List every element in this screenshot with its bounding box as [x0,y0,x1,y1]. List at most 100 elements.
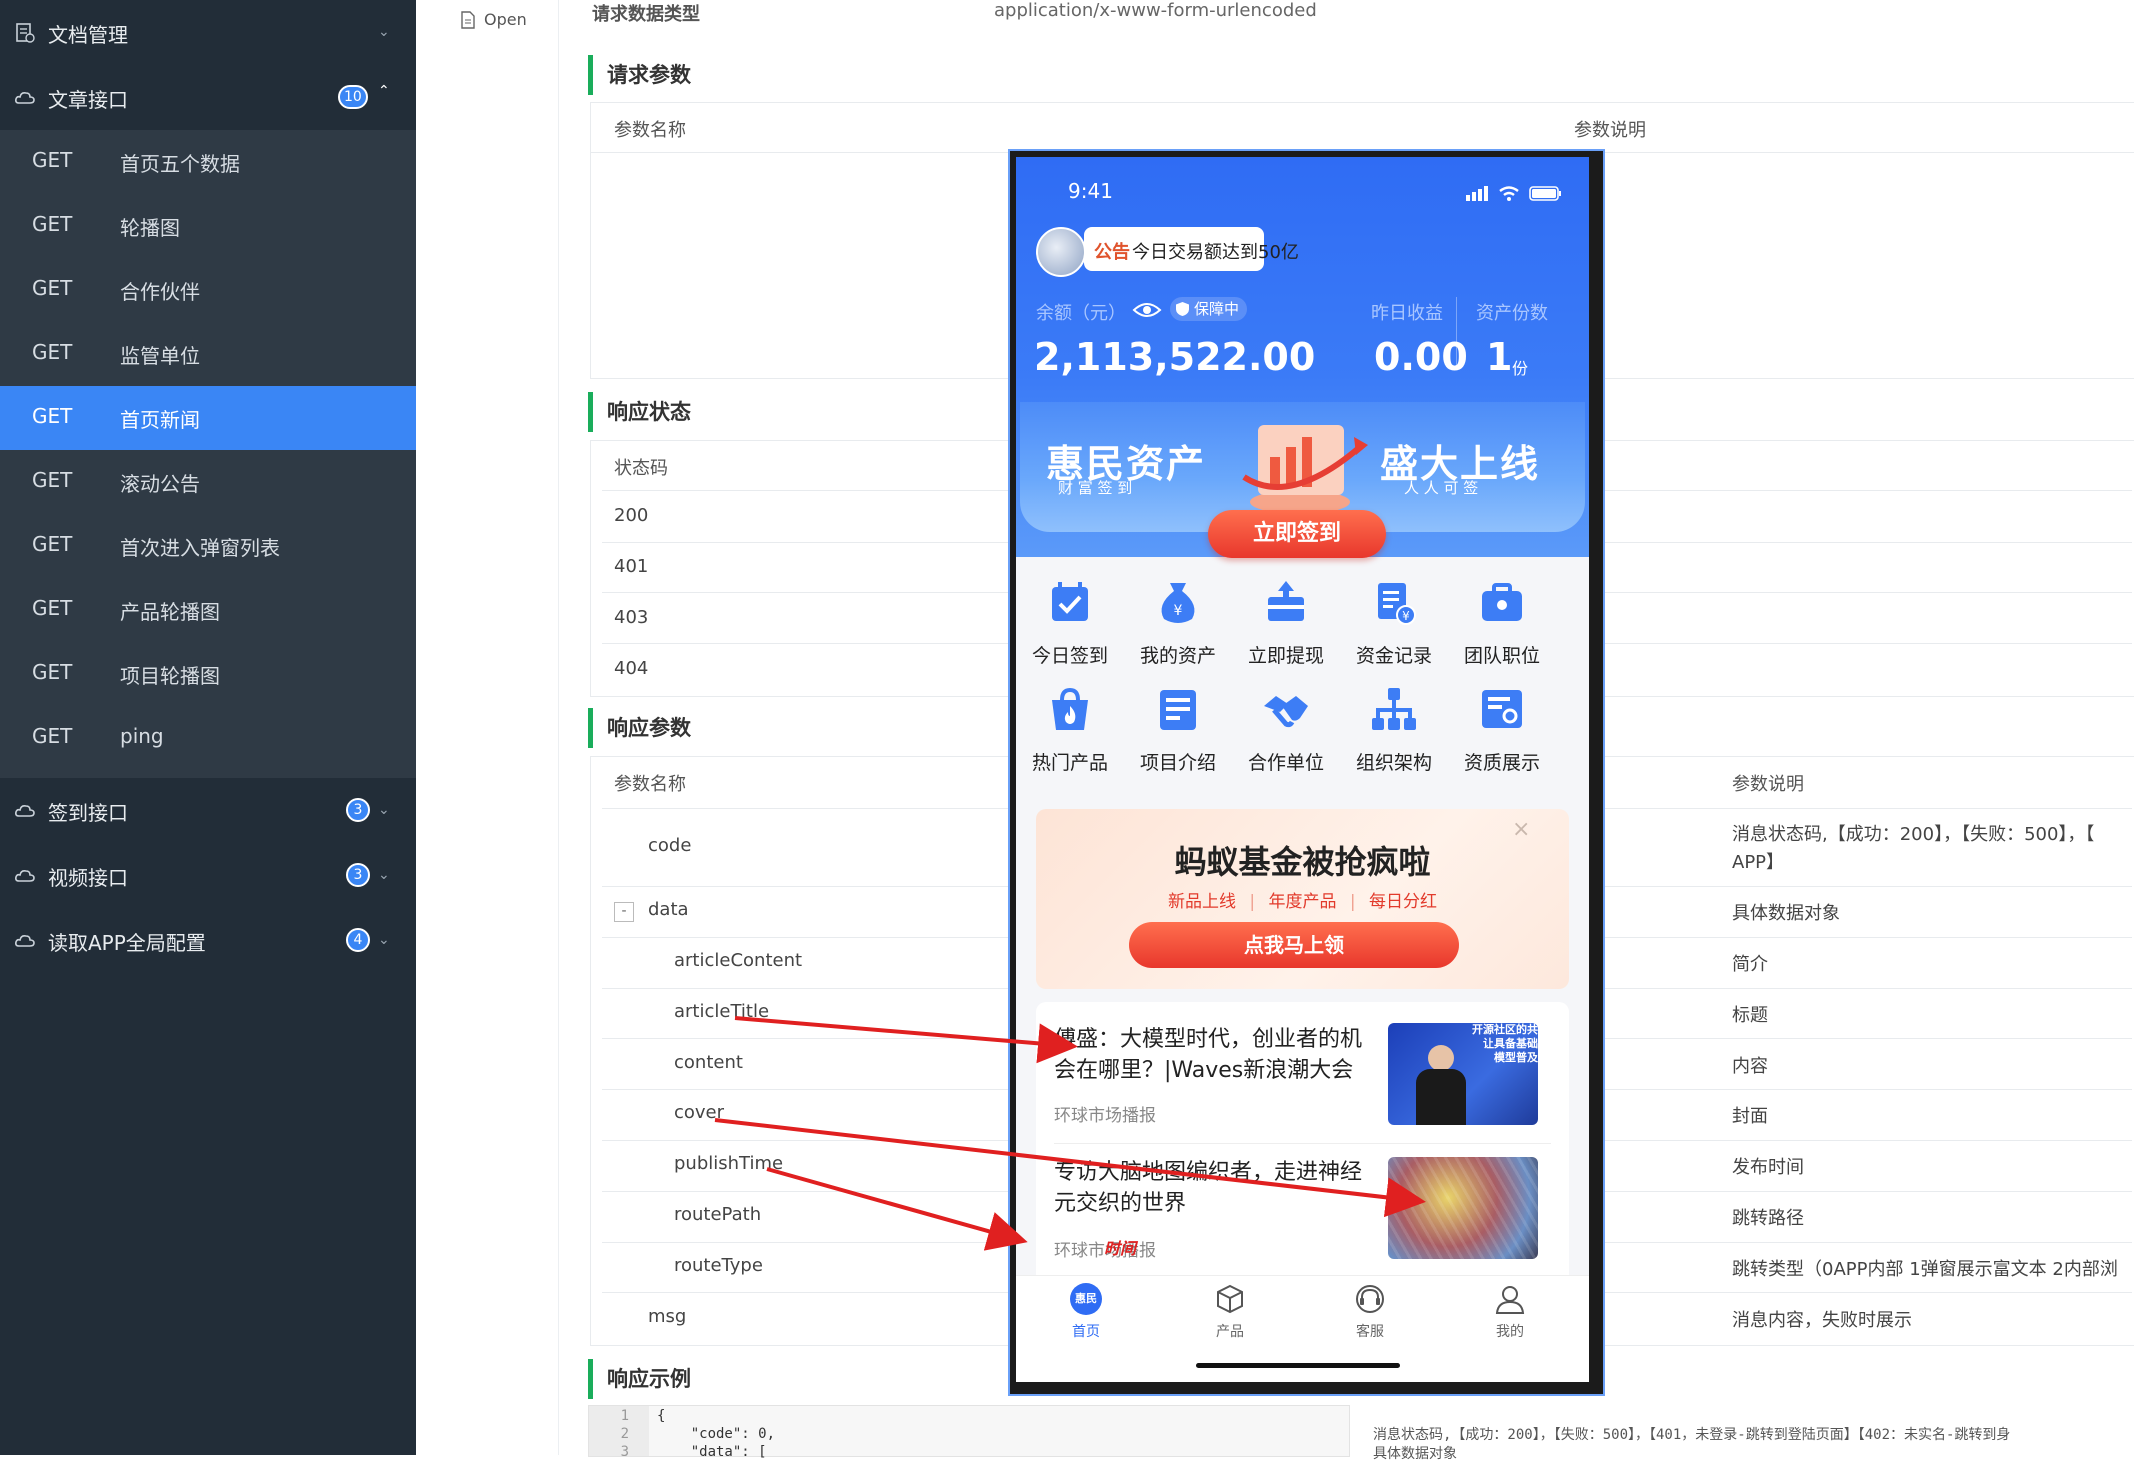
chevron-down-icon: ⌄ [378,802,390,818]
http-method: GET [32,276,73,300]
line-number: 2 [620,1426,629,1442]
status-code: 403 [614,607,649,628]
tab-label: 产品 [1216,1324,1244,1340]
nav-group-label: 签到接口 [48,801,128,825]
collapse-toggle[interactable]: - [614,902,634,922]
nav-group-doc-management[interactable]: 文档管理 ⌄ [0,0,416,65]
thumb-caption: 开源社区的共 让具备基础 模型普及 [1472,1023,1538,1064]
status-code: 401 [614,556,649,577]
sidebar-item-project-carousel[interactable]: GET 项目轮播图 [0,642,416,706]
sidebar-item-ping[interactable]: GET ping [0,706,416,770]
neuron-pattern [1388,1157,1538,1259]
status-code: 200 [614,505,649,526]
param-desc: 简介 [1732,954,1768,975]
hot-bag-icon [1052,687,1088,730]
grid-item-project-intro[interactable]: 项目介绍 [1124,684,1232,775]
sidebar-item-carousel[interactable]: GET 轮播图 [0,194,416,258]
grid-item-label: 资金记录 [1355,645,1432,667]
promo-title: 蚂蚁基金被抢疯啦 [1174,843,1431,881]
code-line: "code": 0, [657,1426,776,1442]
money-bag-icon: ¥ [1161,583,1195,623]
divider [1456,297,1457,367]
home-indicator [1196,1363,1400,1368]
param-name: content [674,1052,743,1073]
sidebar-item-product-carousel[interactable]: GET 产品轮播图 [0,578,416,642]
news-title[interactable]: 傅盛：大模型时代，创业者的机会在哪里？|Waves新浪潮大会 [1054,1024,1374,1086]
promo-tags: 新品上线 | 年度产品 | 每日分红 [1167,892,1438,912]
eye-icon[interactable] [1132,300,1162,320]
nav-group-label: 文章接口 [48,88,128,112]
chevron-up-icon: ⌃ [378,83,390,99]
sidebar-item-regulators[interactable]: GET 监管单位 [0,322,416,386]
news-title[interactable]: 专访大脑地图编织者，走进神经元交织的世界 [1054,1157,1374,1219]
param-name: articleContent [674,950,803,971]
tab-label: 首页 [1072,1324,1100,1340]
status-icons [1466,186,1561,201]
status-time: 9:41 [1068,179,1113,203]
sidebar-item-home-five-data[interactable]: GET 首页五个数据 [0,130,416,194]
claim-button[interactable]: 点我马上领 [1129,922,1459,968]
line-number: 1 [620,1408,629,1424]
section-title-response-example: 响应示例 [588,1359,691,1399]
http-method: GET [32,724,73,748]
cloud-icon [15,805,35,817]
grid-item-label: 合作单位 [1247,752,1324,774]
sidebar-item-scroll-notice[interactable]: GET 滚动公告 [0,450,416,514]
sidebar-item-label: 产品轮播图 [120,600,220,624]
svg-text:¥: ¥ [1402,609,1410,623]
param-name: cover [674,1102,725,1123]
tab-label: 我的 [1496,1324,1524,1340]
param-desc: 标题 [1732,1005,1768,1026]
news-thumbnail[interactable] [1388,1157,1538,1259]
column-header: 状态码 [614,458,668,479]
grid-item-org-structure[interactable]: 组织架构 [1340,684,1448,775]
grid-item-my-assets[interactable]: ¥ 我的资产 [1124,577,1232,668]
tab-home[interactable]: 惠民 首页 [1016,1283,1156,1341]
grid-item-qualification[interactable]: 资质展示 [1448,684,1556,775]
grid-item-withdraw[interactable]: 立即提现 [1232,577,1340,668]
yesterday-label: 昨日收益 [1371,303,1443,324]
grid-item-partner-units[interactable]: 合作单位 [1232,684,1340,775]
nav-group-label: 视频接口 [48,866,128,890]
promo-tag: 每日分红 [1369,892,1438,912]
tab-products[interactable]: 产品 [1160,1283,1300,1341]
sidebar-item-partners[interactable]: GET 合作伙伴 [0,258,416,322]
tab-customer-service[interactable]: 客服 [1300,1283,1440,1341]
nav-group-signin-api[interactable]: 签到接口 3 ⌄ [0,778,416,843]
nav-group-label: 文档管理 [48,23,128,47]
grid-item-fund-records[interactable]: ¥ 资金记录 [1340,577,1448,668]
http-method: GET [32,148,73,172]
sidebar-item-popup-list[interactable]: GET 首次进入弹窗列表 [0,514,416,578]
avatar[interactable] [1036,227,1086,277]
nav-group-video-api[interactable]: 视频接口 3 ⌄ [0,843,416,908]
code-editor[interactable]: 1 { 2 "code": 0, 3 "data": [ [588,1405,1350,1460]
tab-mine[interactable]: 我的 [1440,1283,1580,1341]
grid-item-hot-products[interactable]: 热门产品 [1016,684,1124,775]
grid-item-label: 热门产品 [1031,752,1108,774]
nav-group-app-config[interactable]: 读取APP全局配置 4 ⌄ [0,908,416,973]
signin-button[interactable]: 立即签到 [1208,510,1386,558]
grid-item-label: 资质展示 [1463,752,1540,774]
sidebar-item-home-news[interactable]: GET 首页新闻 [0,386,416,450]
grid-item-team-position[interactable]: 团队职位 [1448,577,1556,668]
certificate-icon [1482,690,1522,728]
status-code: 404 [614,658,649,679]
grid-item-today-signin[interactable]: 今日签到 [1016,577,1124,668]
open-link[interactable]: Open [460,10,527,29]
content-type-label: 请求数据类型 [592,4,700,25]
growth-chart-illustration-icon [1242,425,1368,514]
speaker-head [1428,1045,1454,1071]
http-method: GET [32,340,73,364]
http-method: GET [32,596,73,620]
nav-group-article-api[interactable]: 文章接口 10 ⌃ [0,65,416,130]
notice-tag: 公告 [1094,242,1130,263]
grid-item-label: 组织架构 [1355,752,1432,774]
shield-icon [1176,302,1189,316]
document-icon [16,23,35,43]
sidebar-item-label: 监管单位 [120,344,200,368]
annotation-label: 时间 [1104,1239,1137,1258]
column-header: 参数名称 [614,120,686,141]
http-method: GET [32,212,73,236]
promo-tag: 新品上线 [1167,892,1236,912]
news-thumbnail[interactable]: 开源社区的共 让具备基础 模型普及 [1388,1023,1538,1125]
